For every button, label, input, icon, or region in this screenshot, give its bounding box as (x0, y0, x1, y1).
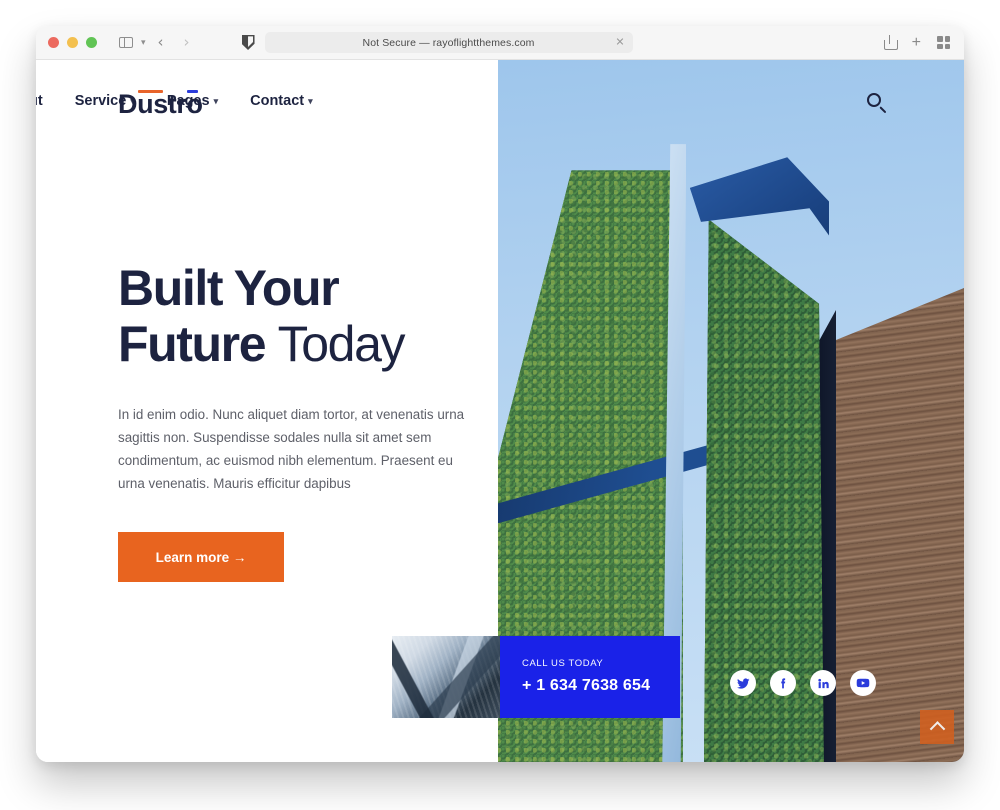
toolbar-left-controls: ▾ ‹ › (115, 32, 198, 54)
address-text: Not Secure — rayoflightthemes.com (362, 36, 535, 49)
nav-item-about-label: About (36, 93, 43, 109)
browser-window: ▾ ‹ › Not Secure — rayoflightthemes.com … (36, 26, 964, 762)
nav-item-service-label: Service (74, 93, 127, 109)
nav-item-pages-label: Pages (166, 93, 210, 109)
nav-item-service[interactable]: Service ▾ (75, 93, 135, 109)
chevron-down-icon: ▾ (308, 95, 313, 106)
call-us-info: CALL US TODAY + 1 634 7638 654 (500, 636, 680, 718)
page-title: Built Your Future Today (118, 260, 478, 372)
facebook-icon[interactable] (770, 670, 796, 696)
hero-paragraph: In id enim odio. Nunc aliquet diam torto… (118, 407, 465, 492)
hero-title-line1: Built Your (118, 260, 340, 316)
close-window-button[interactable] (48, 37, 59, 48)
scroll-to-top-button[interactable] (920, 710, 954, 744)
nav-list: Home ▾ About Service ▾ Pages ▾ Contact ▾ (36, 93, 313, 109)
browser-toolbar: ▾ ‹ › Not Secure — rayoflightthemes.com … (36, 26, 964, 60)
site-navigation: Home ▾ About Service ▾ Pages ▾ Contact ▾ (36, 60, 964, 150)
minimize-window-button[interactable] (67, 37, 78, 48)
search-icon[interactable] (866, 92, 890, 116)
nav-item-pages[interactable]: Pages ▾ (167, 93, 218, 109)
sidebar-icon (119, 37, 133, 48)
webpage-content: Dustro Built Your Future Today In id eni… (36, 60, 964, 762)
new-tab-button[interactable]: + (912, 34, 921, 51)
chevron-down-icon[interactable]: ▾ (141, 38, 146, 47)
hero-text-block: Built Your Future Today In id enim odio.… (118, 260, 478, 583)
stop-loading-button[interactable]: ✕ (615, 37, 624, 48)
sidebar-toggle-button[interactable] (115, 32, 137, 54)
chevron-down-icon: ▾ (130, 95, 135, 106)
call-us-banner[interactable]: CALL US TODAY + 1 634 7638 654 (392, 636, 680, 718)
youtube-icon[interactable] (850, 670, 876, 696)
address-bar[interactable]: Not Secure — rayoflightthemes.com ✕ (264, 32, 633, 53)
call-us-phone[interactable]: + 1 634 7638 654 (522, 677, 680, 695)
call-us-label: CALL US TODAY (522, 658, 604, 669)
learn-more-button[interactable]: Learn more → (118, 532, 284, 583)
nav-item-contact-label: Contact (250, 93, 305, 109)
tab-overview-icon[interactable] (937, 36, 950, 49)
chevron-left-icon: ‹ (157, 33, 164, 51)
back-button[interactable]: ‹ (150, 32, 172, 54)
chevron-down-icon: ▾ (213, 95, 219, 106)
chevron-up-icon (929, 720, 945, 737)
chevron-right-icon: › (183, 33, 190, 51)
privacy-shield-icon[interactable] (241, 35, 255, 50)
social-links (730, 670, 876, 696)
hero-title-line2-bold: Future (118, 316, 267, 372)
forward-button[interactable]: › (176, 32, 198, 54)
toolbar-right-controls: + (883, 34, 950, 51)
maximize-window-button[interactable] (86, 37, 97, 48)
share-icon[interactable] (883, 35, 898, 50)
linkedin-icon[interactable] (810, 670, 836, 696)
hero-title-line2-light: Today (277, 316, 406, 372)
twitter-icon[interactable] (730, 670, 756, 696)
nav-item-about[interactable]: About (36, 93, 43, 109)
nav-item-contact[interactable]: Contact ▾ (250, 93, 313, 109)
traffic-lights (48, 37, 97, 48)
skyscrapers-thumbnail (392, 636, 500, 718)
